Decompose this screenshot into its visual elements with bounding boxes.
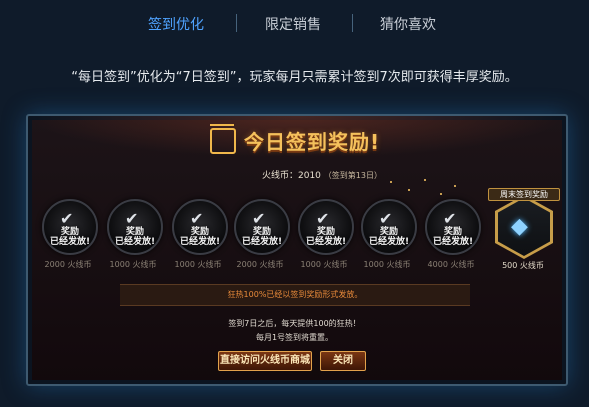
reward-stamp: 奖励 已经发放! [115, 227, 156, 247]
balance-display: 火线币：2010 （签到第13日） [262, 168, 382, 181]
reward-label: 4000 火线币 [427, 260, 475, 269]
reward-row: ✔ 奖励 已经发放! 2000 火线币 ✔ 奖励 已经发放! 1000 火线币 … [36, 193, 556, 283]
reward-day-3: ✔ 奖励 已经发放! [172, 199, 228, 255]
check-icon: ✔ [252, 209, 266, 228]
info-line-2: 每月1号签到将重置。 [255, 333, 334, 342]
reward-stamp: 奖励 已经发放! [50, 227, 91, 247]
check-icon: ✔ [125, 209, 139, 228]
reward-day-2: ✔ 奖励 已经发放! [107, 199, 163, 255]
reward-stamp: 奖励 已经发放! [306, 227, 347, 247]
panel-title: 今日签到奖励! [244, 130, 381, 154]
tab-divider [352, 14, 353, 32]
tab-sign-in-optimization[interactable]: 签到优化 [148, 14, 204, 34]
check-icon: ✔ [316, 209, 330, 228]
reward-label: 1000 火线币 [109, 260, 157, 269]
reward-stamp: 奖励 已经发放! [369, 227, 410, 247]
reward-day-5: ✔ 奖励 已经发放! [298, 199, 354, 255]
check-icon: ✔ [190, 209, 204, 228]
calendar-icon [210, 123, 236, 154]
check-icon: ✔ [379, 209, 393, 228]
tab-recommendations[interactable]: 猜你喜欢 [380, 14, 436, 34]
notice-bar: 狂热100%已经以签到奖励形式发放。 [120, 284, 470, 306]
check-icon: ✔ [60, 209, 74, 228]
gem-icon: ◆ [511, 214, 528, 239]
reward-day-6: ✔ 奖励 已经发放! [361, 199, 417, 255]
tab-bar: 签到优化 限定销售 猜你喜欢 [0, 0, 589, 48]
tab-divider [236, 14, 237, 32]
reward-day-1: ✔ 奖励 已经发放! [42, 199, 98, 255]
tab-limited-sale[interactable]: 限定销售 [265, 14, 321, 34]
reward-stamp: 奖励 已经发放! [242, 227, 283, 247]
balance-label: 火线币：2010 [262, 171, 321, 181]
reward-day-7: ✔ 奖励 已经发放! [425, 199, 481, 255]
final-reward-tag: 周末签到奖励 [488, 188, 560, 201]
reward-label: 1000 火线币 [363, 260, 411, 269]
reward-label: 1000 火线币 [174, 260, 222, 269]
reward-day-4: ✔ 奖励 已经发放! [234, 199, 290, 255]
panel-header: 今日签到奖励! [210, 123, 381, 155]
info-line-1: 签到7日之后，每天提供100的狂热！ [228, 319, 361, 328]
reward-stamp: 奖励 已经发放! [180, 227, 221, 247]
reward-label: 1000 火线币 [300, 260, 348, 269]
description-text: “每日签到”优化为“7日签到”，玩家每月只需累计签到7次即可获得丰厚奖励。 [71, 70, 518, 85]
close-button[interactable]: 关闭 [320, 351, 366, 371]
reward-label: 2000 火线币 [44, 260, 92, 269]
check-icon: ✔ [443, 209, 457, 228]
balance-note: （签到第13日） [323, 171, 382, 180]
reward-label: 2000 火线币 [236, 260, 284, 269]
final-reward-label: 500 火线币 [502, 261, 544, 270]
reward-stamp: 奖励 已经发放! [433, 227, 474, 247]
visit-shop-button[interactable]: 直接访问火线币商城 [218, 351, 312, 371]
